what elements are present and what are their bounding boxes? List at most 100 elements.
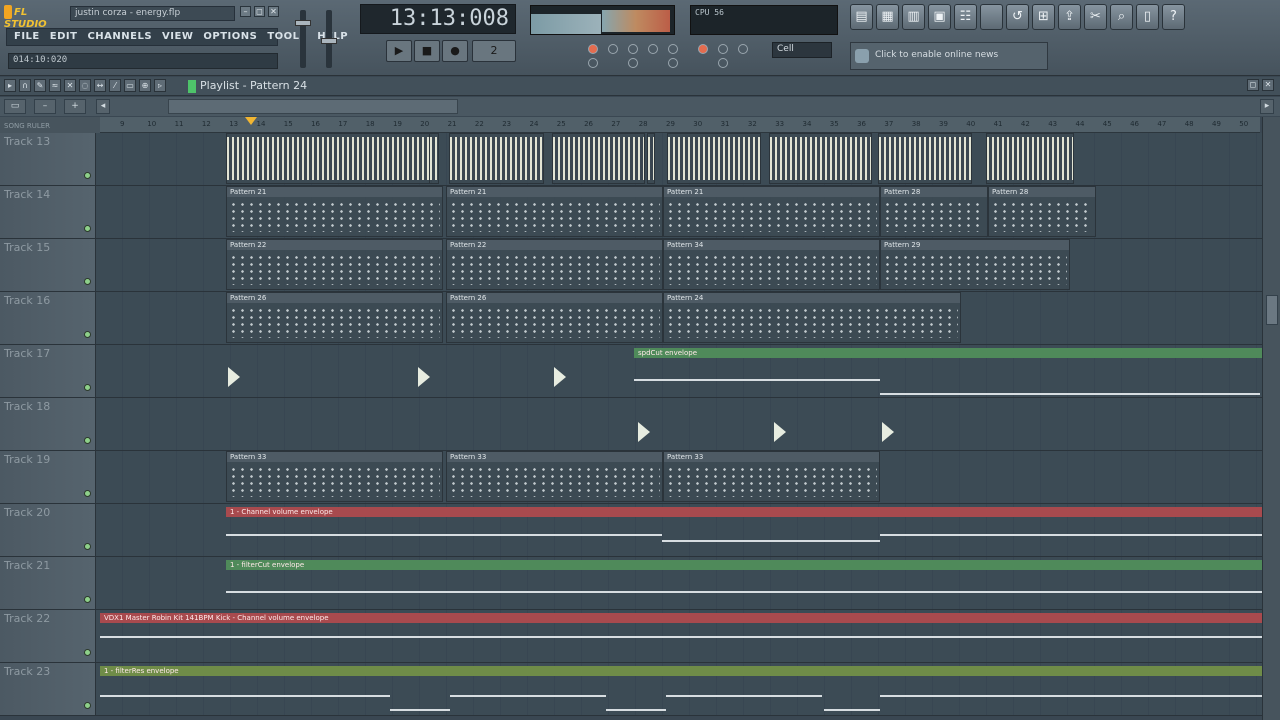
track-lane[interactable]: 1 - filterCut envelope	[96, 557, 1262, 609]
pattern-clip[interactable]: Pattern 33	[663, 451, 880, 502]
pattern-clip[interactable]: Pattern 21	[446, 186, 663, 237]
track-header[interactable]: Track 17	[0, 345, 96, 397]
select-icon[interactable]: ▭	[124, 79, 136, 92]
track-enable-led[interactable]	[84, 384, 91, 391]
track-header[interactable]: Track 18	[0, 398, 96, 450]
option-icon[interactable]	[648, 44, 658, 54]
scroll-right-icon[interactable]: ▸	[1260, 99, 1274, 114]
track-header[interactable]: Track 15	[0, 239, 96, 291]
song-position-marker[interactable]	[245, 117, 257, 125]
track-enable-led[interactable]	[84, 331, 91, 338]
track-lane[interactable]: 1 - Channel volume envelope	[96, 504, 1262, 556]
track-enable-led[interactable]	[84, 649, 91, 656]
option-icon[interactable]	[608, 44, 618, 54]
snap-select[interactable]: Cell	[772, 42, 832, 58]
menu-options[interactable]: OPTIONS	[200, 31, 260, 43]
playback-icon[interactable]: ▹	[154, 79, 166, 92]
option-icon[interactable]	[718, 44, 728, 54]
search-icon[interactable]: ⌕	[1110, 4, 1133, 30]
stop-button[interactable]: ■	[414, 40, 440, 62]
export-icon[interactable]: ⇪	[1058, 4, 1081, 30]
pattern-clip[interactable]: Pattern 21	[663, 186, 880, 237]
pattern-clip[interactable]: Pattern 24	[663, 292, 961, 343]
sample-clip-icon[interactable]	[418, 367, 430, 387]
close-icon[interactable]: ✕	[1262, 79, 1274, 91]
pattern-clip[interactable]	[449, 133, 544, 184]
slider-knob[interactable]	[321, 38, 337, 44]
track-lane[interactable]: Pattern 26 Pattern 26 Pattern 24	[96, 292, 1262, 344]
vertical-scrollbar[interactable]	[1262, 117, 1280, 720]
pencil-icon[interactable]: ✎	[34, 79, 46, 92]
browser-icon[interactable]: ▣	[928, 4, 951, 30]
close-icon[interactable]: ✕	[268, 6, 279, 17]
minimize-icon[interactable]: –	[240, 6, 251, 17]
envelope-clip-label[interactable]: spdCut envelope	[634, 348, 1262, 358]
track-header[interactable]: Track 20	[0, 504, 96, 556]
track-header[interactable]: Track 22	[0, 610, 96, 662]
pattern-clip[interactable]	[986, 133, 1074, 184]
pattern-clip[interactable]	[552, 133, 645, 184]
option-icon[interactable]	[718, 58, 728, 68]
track-lane[interactable]	[96, 398, 1262, 450]
pattern-clip[interactable]: Pattern 21	[226, 186, 443, 237]
track-header[interactable]: Track 16	[0, 292, 96, 344]
pattern-clip[interactable]: Pattern 26	[226, 292, 443, 343]
track-header[interactable]: Track 21	[0, 557, 96, 609]
envelope-clip-label[interactable]: 1 - filterCut envelope	[226, 560, 1262, 570]
brush-icon[interactable]: ≈	[49, 79, 61, 92]
track-header[interactable]: Track 13	[0, 133, 96, 185]
pattern-clip[interactable]: Pattern 33	[226, 451, 443, 502]
track-header[interactable]: Track 23	[0, 663, 96, 715]
record-blend-icon[interactable]	[588, 44, 598, 54]
save-icon[interactable]: ⊞	[1032, 4, 1055, 30]
magnet-icon[interactable]: ∩	[19, 79, 31, 92]
metronome-icon[interactable]	[698, 44, 708, 54]
scroll-left-icon[interactable]: ◂	[96, 99, 110, 114]
sample-clip-icon[interactable]	[882, 422, 894, 442]
slice-icon[interactable]: ⁄	[109, 79, 121, 92]
zoom-out-icon[interactable]: –	[34, 99, 56, 114]
sample-clip-icon[interactable]	[774, 422, 786, 442]
envelope-clip-label[interactable]: 1 - Channel volume envelope	[226, 507, 1262, 517]
time-display[interactable]: 13:13:008	[360, 4, 516, 34]
pattern-clip[interactable]: Pattern 34	[663, 239, 880, 290]
slider-knob[interactable]	[295, 20, 311, 26]
track-header[interactable]: Track 19	[0, 451, 96, 503]
menu-arrow-icon[interactable]: ▸	[4, 79, 16, 92]
sample-clip-icon[interactable]	[554, 367, 566, 387]
master-volume-slider[interactable]	[295, 10, 311, 68]
track-enable-led[interactable]	[84, 172, 91, 179]
zoom-icon[interactable]: ⊕	[139, 79, 151, 92]
menu-view[interactable]: VIEW	[159, 31, 196, 43]
track-lane[interactable]: spdCut envelope	[96, 345, 1262, 397]
pattern-clip[interactable]	[647, 133, 655, 184]
pattern-clip[interactable]: Pattern 22	[446, 239, 663, 290]
horizontal-scrollbar[interactable]: ▭ – + ◂ ▸	[0, 97, 1280, 116]
track-enable-led[interactable]	[84, 278, 91, 285]
pattern-clip[interactable]	[878, 133, 972, 184]
slip-icon[interactable]: ↔	[94, 79, 106, 92]
pattern-clip[interactable]: Pattern 29	[880, 239, 1070, 290]
play-button[interactable]: ▶	[386, 40, 412, 62]
menu-channels[interactable]: CHANNELS	[84, 31, 155, 43]
pattern-clip[interactable]	[667, 133, 761, 184]
menu-file[interactable]: FILE	[11, 31, 43, 43]
track-lane[interactable]: Pattern 33 Pattern 33 Pattern 33	[96, 451, 1262, 503]
piano-roll-icon[interactable]: ▥	[902, 4, 925, 30]
option-icon[interactable]	[668, 44, 678, 54]
option-icon[interactable]	[738, 44, 748, 54]
option-icon[interactable]	[628, 44, 638, 54]
pattern-clip[interactable]: Pattern 22	[226, 239, 443, 290]
master-pitch-slider[interactable]	[321, 10, 337, 68]
pattern-clip[interactable]: Pattern 33	[446, 451, 663, 502]
pattern-clip[interactable]	[429, 133, 439, 184]
track-enable-led[interactable]	[84, 225, 91, 232]
undo-icon[interactable]: ↺	[1006, 4, 1029, 30]
delete-icon[interactable]: ✕	[64, 79, 76, 92]
restore-icon[interactable]: ◻	[1247, 79, 1259, 91]
mute-icon[interactable]: ◌	[79, 79, 91, 92]
overview-icon[interactable]: ▭	[4, 99, 26, 114]
playlist-icon[interactable]: ▤	[850, 4, 873, 30]
track-lane[interactable]	[96, 133, 1262, 185]
device-icon[interactable]: ▯	[1136, 4, 1159, 30]
